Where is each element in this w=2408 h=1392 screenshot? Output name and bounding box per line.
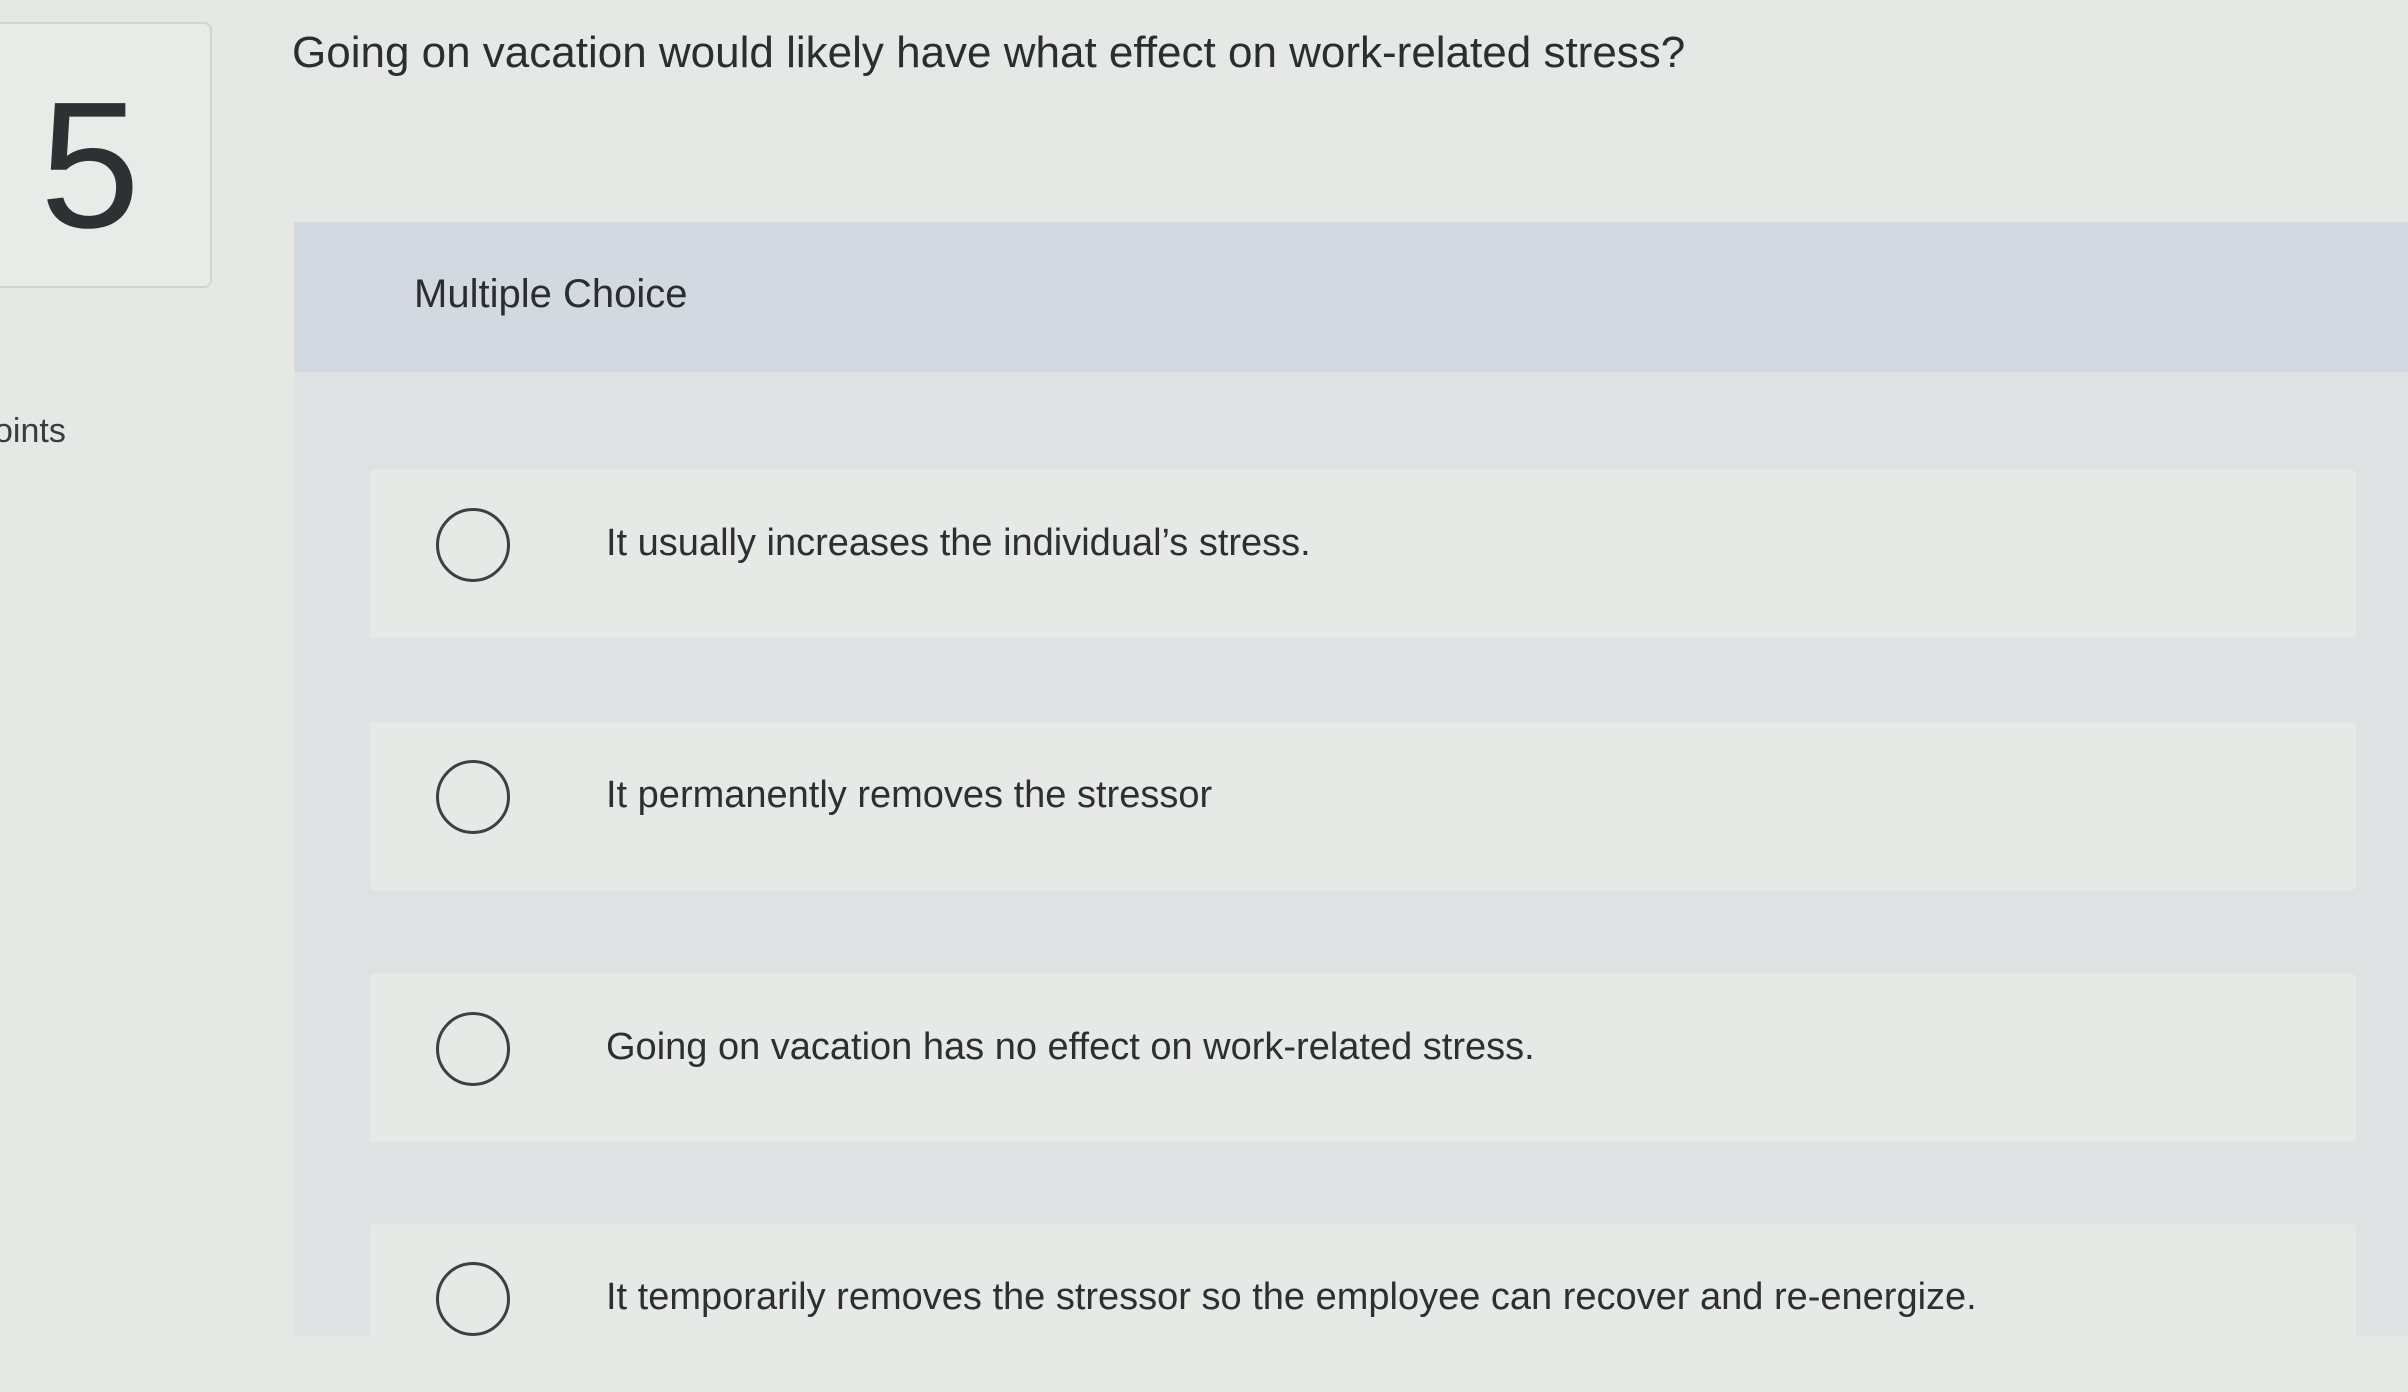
radio-button-icon[interactable] <box>436 760 510 834</box>
radio-button-icon[interactable] <box>436 1262 510 1336</box>
radio-button-icon[interactable] <box>436 508 510 582</box>
radio-button-icon[interactable] <box>436 1012 510 1086</box>
question-type-header: Multiple Choice <box>294 222 2408 372</box>
choice-option-4[interactable]: It temporarily removes the stressor so t… <box>370 1224 2356 1392</box>
choice-label: It temporarily removes the stressor so t… <box>606 1276 1977 1318</box>
question-number: 5 <box>40 65 141 266</box>
choice-label: It permanently removes the stressor <box>606 774 1213 816</box>
question-number-box: 5 <box>0 22 212 288</box>
points-label: oints <box>0 412 66 450</box>
choice-option-2[interactable]: It permanently removes the stressor <box>370 722 2356 890</box>
question-panel: Multiple Choice It usually increases the… <box>294 222 2408 1392</box>
choice-label: Going on vacation has no effect on work-… <box>606 1026 1535 1068</box>
choice-option-3[interactable]: Going on vacation has no effect on work-… <box>370 974 2356 1142</box>
choice-label: It usually increases the individual’s st… <box>606 522 1311 564</box>
question-text: Going on vacation would likely have what… <box>292 28 1686 77</box>
choice-option-1[interactable]: It usually increases the individual’s st… <box>370 470 2356 638</box>
question-type-label: Multiple Choice <box>414 272 688 316</box>
